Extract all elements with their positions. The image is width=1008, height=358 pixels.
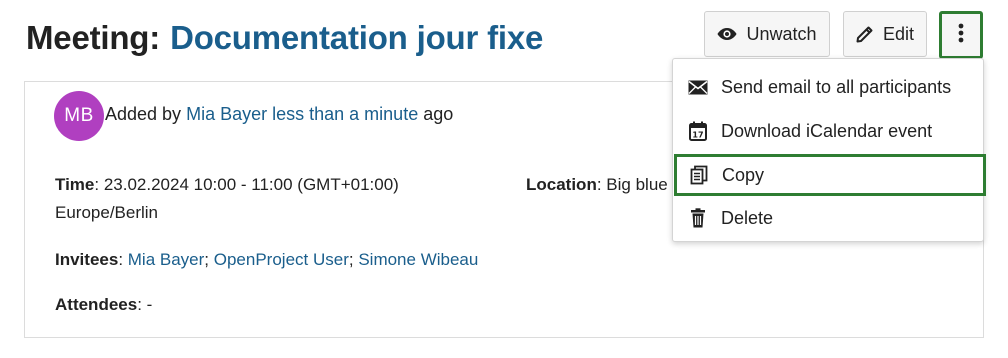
edit-label: Edit [882,23,915,44]
added-by-line: Added by Mia Bayer less than a minute ag… [105,102,453,126]
copy-icon [688,164,710,186]
added-suffix: ago [423,104,454,124]
invitees-field: Invitees: Mia Bayer; OpenProject User; S… [55,250,479,269]
unwatch-button[interactable]: Unwatch [704,11,830,57]
time-field: Time: 23.02.2024 10:00 - 11:00 (GMT+01:0… [55,175,399,194]
menu-item-download-ical[interactable]: 17 Download iCalendar event [673,110,983,152]
envelope-icon [687,76,709,98]
menu-item-delete[interactable]: Delete [673,197,983,239]
meeting-name: Documentation jour fixe [170,19,544,56]
time-label: Time [55,175,95,194]
calendar-icon: 17 [687,120,709,142]
page-title: Meeting: Documentation jour fixe [26,16,543,60]
author-link[interactable]: Mia Bayer [186,104,267,124]
attendees-label: Attendees [55,295,138,314]
location-value: Big blue [606,175,668,194]
added-prefix: Added by [105,104,182,124]
menu-item-label: Send email to all participants [721,76,952,97]
meeting-page: Meeting: Documentation jour fixe Unwatch … [0,0,1008,358]
avatar-initials: MB [64,105,94,126]
invitee-link[interactable]: OpenProject User [214,250,349,269]
edit-button[interactable]: Edit [843,11,927,57]
invitee-link[interactable]: Mia Bayer [128,250,205,269]
time-zone: Europe/Berlin [55,203,159,222]
eye-icon [717,27,737,41]
attendees-field: Attendees: - [55,295,153,314]
avatar: MB [54,91,104,141]
location-field: Location: Big blue [526,175,668,194]
time-value: 23.02.2024 10:00 - 11:00 (GMT+01:00) [103,175,399,194]
menu-item-label: Download iCalendar event [721,120,933,141]
invitee-link[interactable]: Simone Wibeau [358,250,478,269]
location-label: Location [526,175,597,194]
vertical-ellipsis-icon [958,23,964,48]
menu-item-label: Copy [722,164,765,185]
actions-dropdown-menu: Send email to all participants 17 Downlo… [672,58,986,242]
unwatch-label: Unwatch [746,23,817,44]
attendees-value: - [146,295,153,314]
pencil-icon [856,25,874,43]
trash-icon [687,207,709,229]
title-prefix: Meeting: [26,19,161,56]
more-actions-button[interactable] [939,11,983,59]
menu-item-label: Delete [721,207,774,228]
menu-item-send-email[interactable]: Send email to all participants [673,66,983,108]
invitees-label: Invitees [55,250,119,269]
menu-item-copy[interactable]: Copy [674,154,986,196]
svg-text:17: 17 [692,131,703,140]
added-time-link[interactable]: less than a minute [272,104,418,124]
